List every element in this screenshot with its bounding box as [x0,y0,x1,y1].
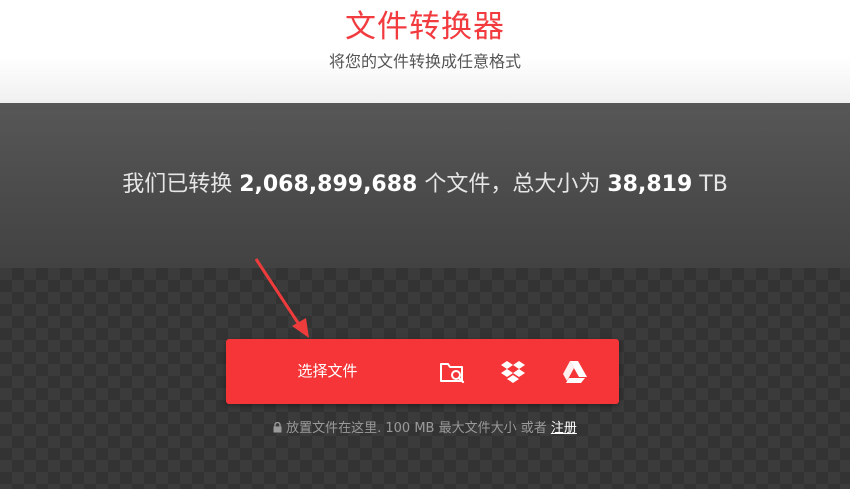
page-title: 文件转换器 [345,9,505,45]
file-count: 2,068,899,688 [239,172,418,197]
total-size: 38,819 [607,172,693,197]
dropbox-icon[interactable] [499,356,529,386]
drop-note: 放置文件在这里. 100 MB 最大文件大小 或者 注册 [0,420,850,438]
lock-icon [273,421,282,438]
stats-middle: 个文件，总大小为 [424,172,601,197]
upload-box: 选择文件 [226,339,619,404]
size-unit: TB [699,172,728,197]
conversion-stats: 我们已转换 2,068,899,688 个文件，总大小为 38,819 TB [0,171,850,199]
stats-prefix: 我们已转换 [122,172,233,197]
drop-note-text: 放置文件在这里. 100 MB 最大文件大小 或者 [286,421,547,436]
header: 文件转换器 将您的文件转换成任意格式 [0,0,850,103]
page-subtitle: 将您的文件转换成任意格式 [328,52,521,71]
choose-files-button[interactable]: 选择文件 [226,339,429,404]
google-drive-icon[interactable] [560,356,590,386]
folder-search-icon[interactable] [438,356,468,386]
register-link[interactable]: 注册 [551,421,577,436]
